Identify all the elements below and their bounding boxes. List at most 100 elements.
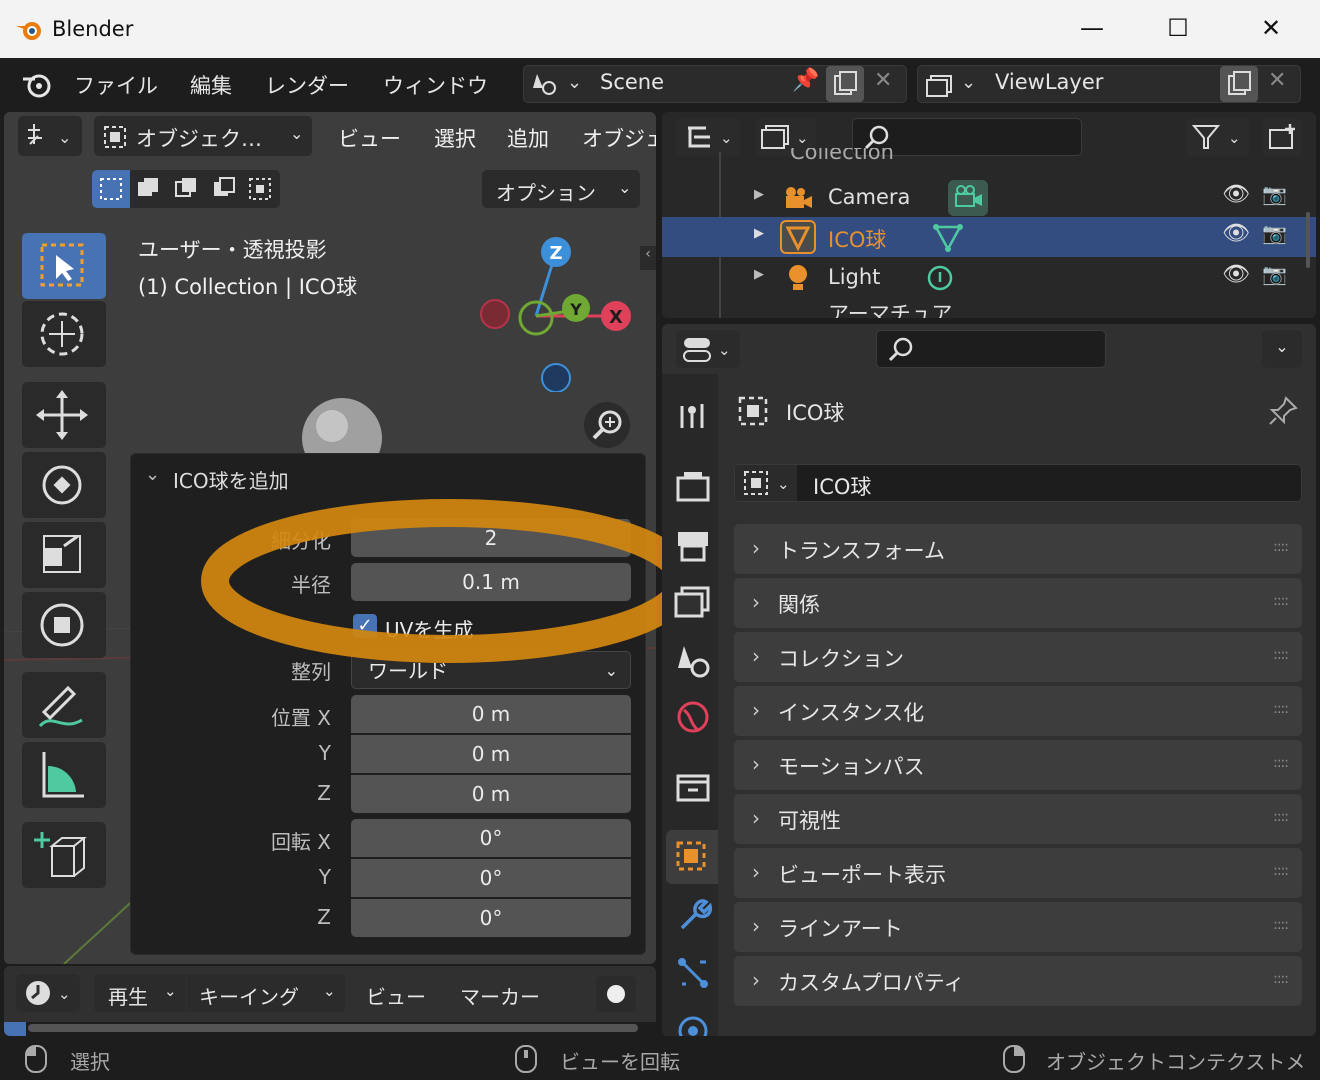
pin-icon[interactable] — [1266, 394, 1300, 428]
outliner-row-armature[interactable]: アーマチュア — [662, 298, 1316, 318]
drag-handle-icon[interactable]: :::: — [1273, 701, 1289, 717]
tool-add-cube[interactable] — [22, 822, 106, 888]
timeline-ruler[interactable] — [4, 1022, 656, 1036]
panel-line-art[interactable]: › ラインアート:::: — [734, 902, 1302, 952]
properties-editor-type-button[interactable]: ⌄ — [676, 330, 740, 368]
mode-selector[interactable]: オブジェク… ⌄ — [94, 116, 312, 156]
panel-transform[interactable]: › トランスフォーム:::: — [734, 524, 1302, 574]
view-layer-tab-icon[interactable] — [670, 580, 716, 626]
panel-visibility[interactable]: › 可視性:::: — [734, 794, 1302, 844]
viewport-menu-add[interactable]: 追加 — [507, 123, 549, 153]
drag-handle-icon[interactable]: :::: — [1273, 593, 1289, 609]
navigation-gizmo[interactable]: Z Y X — [478, 232, 638, 392]
current-frame-marker[interactable] — [4, 1022, 26, 1036]
tool-annotate[interactable] — [22, 672, 106, 738]
select-new-button[interactable] — [92, 170, 130, 208]
tool-select-box[interactable] — [22, 233, 106, 299]
mesh-data-icon[interactable] — [930, 221, 966, 253]
ico-sphere-object[interactable] — [300, 396, 384, 456]
close-button[interactable]: ✕ — [1256, 14, 1286, 42]
select-extend-icons[interactable] — [130, 170, 280, 208]
expand-arrow-icon[interactable]: ▶ — [754, 226, 764, 241]
rotation-x-field[interactable]: 0° — [351, 819, 631, 857]
outliner-row-camera[interactable]: ▶ Camera 👁 📷 — [662, 178, 1316, 218]
playback-menu[interactable]: 再生 ⌄ — [94, 974, 186, 1012]
viewport-menu-view[interactable]: ビュー — [338, 123, 401, 153]
outliner-row-collection[interactable]: Collection — [662, 148, 1316, 168]
redo-panel-title[interactable]: ICO球を追加 — [173, 465, 289, 494]
camera-data-icon[interactable] — [948, 180, 988, 216]
object-tab[interactable] — [666, 830, 718, 884]
menu-edit[interactable]: 編集 — [190, 70, 232, 100]
render-camera-icon[interactable]: 📷 — [1262, 182, 1287, 206]
visibility-eye-icon[interactable]: 👁 — [1222, 182, 1250, 207]
zoom-button[interactable] — [584, 402, 630, 448]
menu-render[interactable]: レンダー — [265, 70, 349, 100]
location-z-field[interactable]: 0 m — [351, 775, 631, 813]
drag-handle-icon[interactable]: :::: — [1273, 755, 1289, 771]
menu-window[interactable]: ウィンドウ — [383, 70, 488, 100]
properties-options-button[interactable]: ⌄ — [1262, 330, 1302, 368]
tool-rotate[interactable] — [22, 452, 106, 518]
scene-delete-icon[interactable]: ✕ — [874, 68, 892, 93]
modifier-wrench-icon[interactable] — [670, 892, 716, 938]
viewport-menu-object[interactable]: オブジェ — [582, 123, 656, 153]
sidebar-toggle[interactable]: ‹ — [640, 246, 656, 270]
light-data-icon[interactable] — [924, 262, 956, 294]
viewlayer-delete-icon[interactable]: ✕ — [1268, 68, 1286, 93]
tool-transform[interactable] — [22, 592, 106, 658]
scene-new-button[interactable] — [826, 66, 864, 102]
expand-arrow-icon[interactable]: ▶ — [754, 187, 764, 202]
collection-tab-icon[interactable] — [670, 764, 716, 810]
auto-keying-button[interactable] — [596, 976, 636, 1012]
viewport-menu-select[interactable]: 選択 — [434, 123, 476, 153]
expand-arrow-icon[interactable]: ▶ — [754, 267, 764, 282]
timeline-menu-view[interactable]: ビュー — [366, 981, 426, 1010]
timeline-editor-type-button[interactable]: ⌄ — [16, 974, 80, 1012]
render-camera-icon[interactable]: 📷 — [1262, 262, 1287, 286]
panel-collections[interactable]: › コレクション:::: — [734, 632, 1302, 682]
timeline-menu-marker[interactable]: マーカー — [460, 981, 540, 1010]
drag-handle-icon[interactable]: :::: — [1273, 917, 1289, 933]
scene-dropdown-button[interactable]: ⌄ — [531, 70, 583, 98]
tool-scale[interactable] — [22, 522, 106, 588]
tool-tab-icon[interactable] — [670, 394, 716, 440]
object-browse-button[interactable]: ⌄ — [735, 465, 797, 501]
location-y-field[interactable]: 0 m — [351, 735, 631, 773]
drag-handle-icon[interactable]: :::: — [1273, 971, 1289, 987]
physics-tab-icon[interactable] — [670, 1008, 716, 1036]
visibility-eye-icon[interactable]: 👁 — [1222, 262, 1250, 287]
options-dropdown[interactable]: オプション ⌄ — [482, 170, 640, 208]
drag-handle-icon[interactable]: :::: — [1273, 863, 1289, 879]
render-camera-icon[interactable]: 📷 — [1262, 221, 1287, 245]
panel-custom-properties[interactable]: › カスタムプロパティ:::: — [734, 956, 1302, 1006]
render-tab-icon[interactable] — [670, 464, 716, 510]
panel-instancing[interactable]: › インスタンス化:::: — [734, 686, 1302, 736]
visibility-eye-icon[interactable]: 👁 — [1222, 221, 1250, 246]
scene-tab-icon[interactable] — [670, 638, 716, 684]
drag-handle-icon[interactable]: :::: — [1273, 809, 1289, 825]
tool-cursor[interactable] — [22, 301, 106, 367]
location-x-field[interactable]: 0 m — [351, 695, 631, 733]
viewlayer-name[interactable]: ViewLayer — [995, 70, 1103, 94]
outliner-row-ico-sphere[interactable]: ▶ ICO球 👁 📷 — [662, 217, 1316, 257]
scene-pin-icon[interactable]: 📌 — [792, 68, 819, 93]
viewlayer-dropdown-button[interactable]: ⌄ — [925, 70, 977, 98]
outliner-scrollbar[interactable] — [1306, 212, 1310, 268]
output-tab-icon[interactable] — [670, 522, 716, 568]
rotation-z-field[interactable]: 0° — [351, 899, 631, 937]
scene-name[interactable]: Scene — [600, 70, 664, 94]
drag-handle-icon[interactable]: :::: — [1273, 647, 1289, 663]
menu-file[interactable]: ファイル — [74, 70, 158, 100]
panel-motion-paths[interactable]: › モーションパス:::: — [734, 740, 1302, 790]
timeline-scrollbar[interactable] — [28, 1024, 638, 1032]
rotation-y-field[interactable]: 0° — [351, 859, 631, 897]
outliner-row-light[interactable]: ▶ Light 👁 📷 — [662, 258, 1316, 298]
panel-relations[interactable]: › 関係:::: — [734, 578, 1302, 628]
blender-menu-icon[interactable] — [20, 68, 54, 100]
tool-move[interactable] — [22, 382, 106, 448]
editor-type-button[interactable]: ⌄ — [18, 116, 82, 156]
keying-menu[interactable]: キーイング ⌄ — [187, 974, 345, 1012]
drag-handle-icon[interactable]: :::: — [1273, 539, 1289, 555]
viewlayer-new-button[interactable] — [1220, 66, 1258, 102]
